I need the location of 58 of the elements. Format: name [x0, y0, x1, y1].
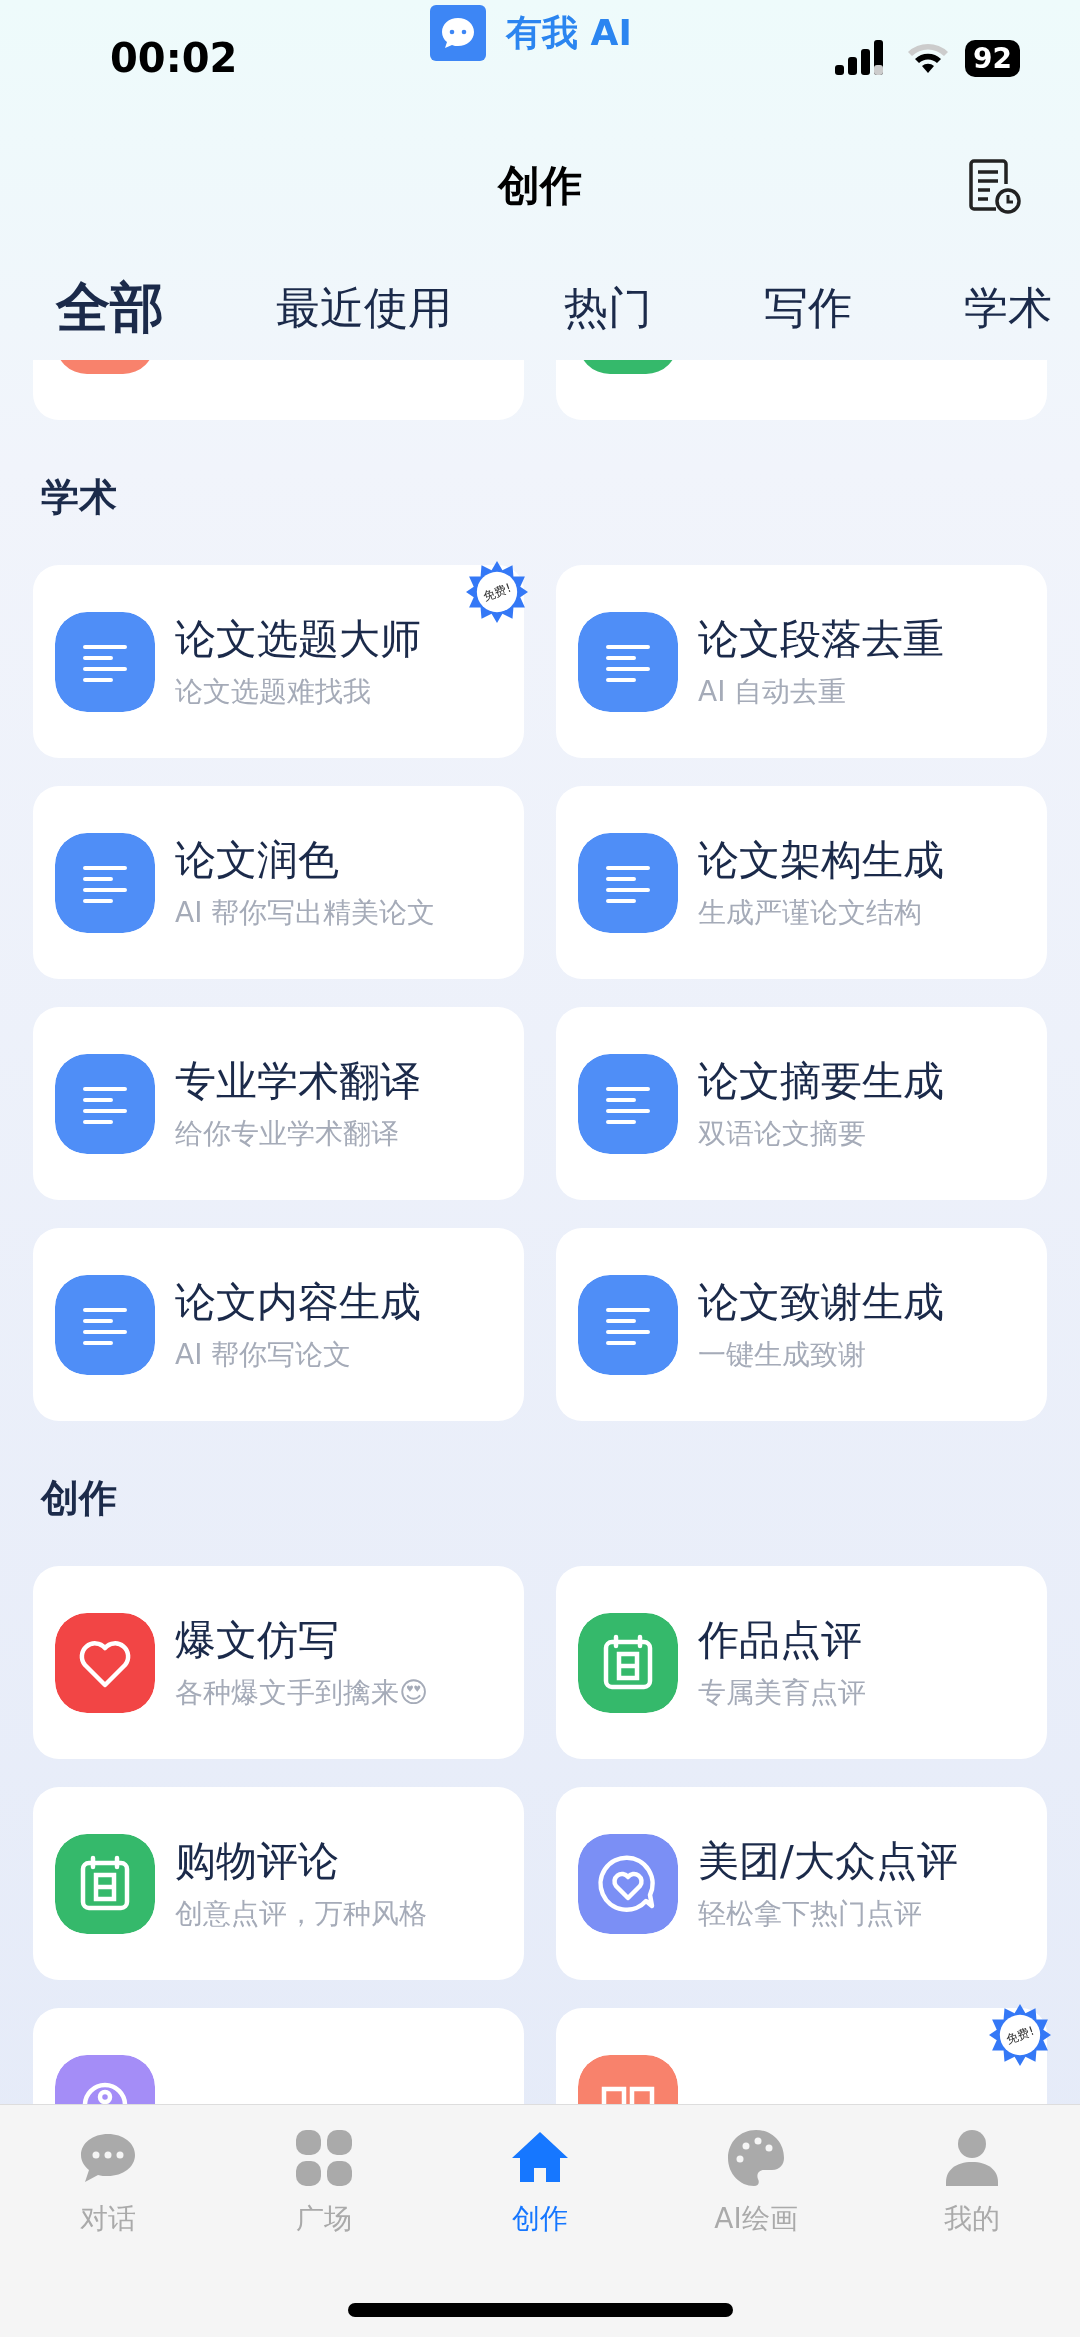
tool-title: 论文摘要生成: [698, 1056, 944, 1107]
tool-card[interactable]: 论文内容生成 AI 帮你写论文: [33, 1228, 524, 1421]
tool-title: 爆文仿写: [175, 1615, 340, 1666]
tool-description: 创意点评，万种风格: [175, 1896, 427, 1932]
document-icon: [55, 611, 155, 712]
document-icon: [578, 1053, 678, 1154]
tool-card[interactable]: 美团/大众点评 轻松拿下热门点评: [556, 1787, 1047, 1980]
section-title: 创作: [39, 1475, 118, 1522]
tool-description: 生成严谨论文结构: [698, 895, 923, 931]
tool-description: 一键生成致谢: [698, 1337, 867, 1373]
category-tab[interactable]: 最近使用: [276, 278, 452, 338]
chat-bubble-icon: [430, 5, 486, 61]
page-title: 创作: [498, 160, 582, 212]
free-badge: 免费!: [989, 2004, 1051, 2066]
status-time: 00:02: [110, 35, 239, 81]
category-tab[interactable]: 写作: [764, 278, 852, 338]
battery-level: 92: [965, 39, 1020, 77]
tool-description: AI 帮你写出精美论文: [175, 895, 436, 931]
document-icon: [55, 832, 155, 933]
tool-description: 双语论文摘要: [698, 1116, 867, 1152]
category-tab[interactable]: 全部: [56, 271, 164, 345]
app-name: 有我 AI: [506, 10, 632, 55]
tool-title: 论文段落去重: [698, 614, 944, 665]
tool-title: 美团/大众点评: [698, 1836, 958, 1887]
nav-tab[interactable]: 创作: [450, 2125, 630, 2239]
tool-title: 购物评论: [175, 1836, 340, 1887]
tool-card[interactable]: 论文润色 AI 帮你写出精美论文: [33, 786, 524, 979]
tool-description: AI 自动去重: [698, 674, 848, 710]
tool-title: 论文架构生成: [698, 835, 944, 886]
document-icon: [55, 1053, 155, 1154]
document-icon: [578, 832, 678, 933]
document-icon: [578, 611, 678, 712]
tool-card[interactable]: 专业学术翻译 给你专业学术翻译: [33, 1007, 524, 1200]
tool-title: 论文内容生成: [175, 1277, 421, 1328]
tool-title: 论文选题大师: [175, 614, 421, 665]
tool-description: 各种爆文手到擒来😍: [175, 1675, 429, 1711]
document-icon: [578, 1274, 678, 1375]
tool-title: 论文润色: [175, 835, 340, 886]
tool-title: 作品点评: [698, 1615, 863, 1666]
tool-card[interactable]: 购物评论 创意点评，万种风格: [33, 1787, 524, 1980]
tool-card[interactable]: 论文架构生成 生成严谨论文结构: [556, 786, 1047, 979]
category-tab[interactable]: 热门: [564, 278, 652, 338]
tool-description: 专属美育点评: [698, 1675, 866, 1711]
tool-card[interactable]: 爆文仿写 各种爆文手到擒来😍: [33, 1566, 524, 1759]
tool-title: 论文致谢生成: [698, 1277, 944, 1328]
tool-title: 专业学术翻译: [175, 1056, 421, 1107]
tool-card[interactable]: 论文致谢生成 一键生成致谢: [556, 1228, 1047, 1421]
tool-description: 给你专业学术翻译: [175, 1116, 400, 1152]
category-tab[interactable]: 学术: [964, 278, 1052, 338]
tool-description: 论文选题难找我: [175, 674, 372, 710]
free-badge: 免费!: [466, 561, 528, 623]
tool-description: 轻松拿下热门点评: [698, 1896, 923, 1932]
tool-card[interactable]: 论文摘要生成 双语论文摘要: [556, 1007, 1047, 1200]
tool-card[interactable]: 作品点评 专属美育点评: [556, 1566, 1047, 1759]
tool-card[interactable]: 论文段落去重 AI 自动去重: [556, 565, 1047, 758]
document-icon: [55, 1274, 155, 1375]
tool-description: AI 帮你写论文: [175, 1337, 353, 1373]
section-title: 学术: [40, 474, 118, 521]
